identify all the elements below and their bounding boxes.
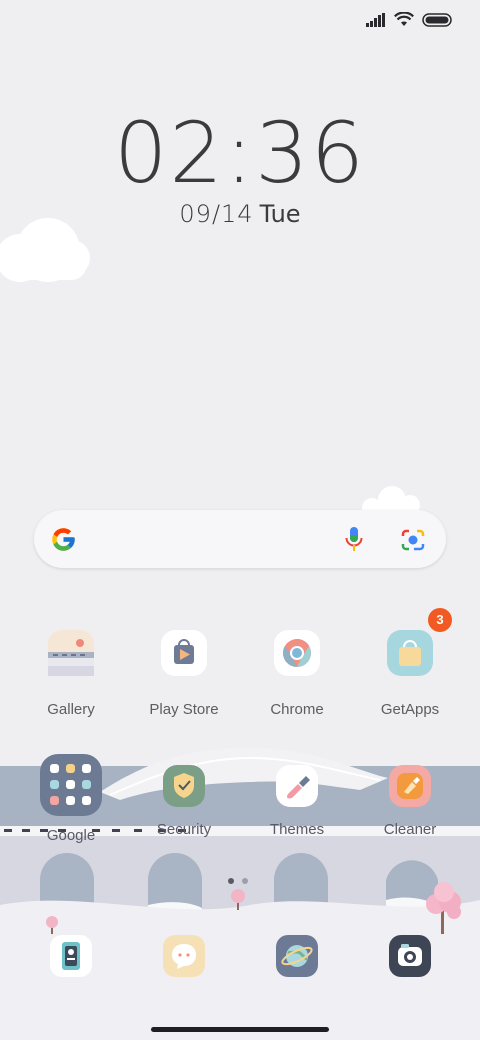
app-play-store[interactable]: Play Store xyxy=(124,630,244,718)
page-indicator[interactable] xyxy=(228,878,248,884)
google-search-bar[interactable] xyxy=(34,510,446,568)
app-label: Security xyxy=(156,821,212,838)
lens-camera-icon[interactable] xyxy=(400,528,426,552)
cleaner-icon xyxy=(389,765,431,807)
app-getapps[interactable]: GetApps xyxy=(350,630,470,718)
battery-icon xyxy=(422,12,452,27)
google-folder-icon xyxy=(40,754,102,816)
page-dot[interactable] xyxy=(242,878,248,884)
signal-icon xyxy=(366,12,385,27)
clock-time[interactable]: 02:36 xyxy=(0,104,480,202)
app-label: Google xyxy=(46,827,96,844)
app-label: GetApps xyxy=(380,701,440,718)
dock-phone[interactable] xyxy=(50,935,92,977)
app-label: Gallery xyxy=(47,701,95,718)
themes-icon xyxy=(276,765,318,807)
google-logo-icon[interactable] xyxy=(50,526,77,553)
app-themes[interactable]: Themes xyxy=(237,765,357,838)
page-dot-active[interactable] xyxy=(228,878,234,884)
status-bar xyxy=(0,0,480,44)
notification-badge: 3 xyxy=(428,608,452,632)
play-store-icon xyxy=(161,630,207,676)
camera-icon xyxy=(398,944,422,966)
security-icon xyxy=(163,765,205,807)
app-chrome[interactable]: Chrome xyxy=(237,630,357,718)
dock-camera[interactable] xyxy=(389,935,431,977)
microphone-icon[interactable] xyxy=(344,525,364,555)
date-label: 09/14 xyxy=(179,200,254,228)
app-label: Chrome xyxy=(270,701,324,718)
app-gallery[interactable]: Gallery xyxy=(11,630,131,718)
app-label: Play Store xyxy=(149,701,219,718)
clock-date[interactable]: 09/14 Tue xyxy=(0,200,480,228)
app-security[interactable]: Security xyxy=(124,765,244,838)
dock-messaging[interactable] xyxy=(163,935,205,977)
gallery-icon xyxy=(48,630,94,676)
folder-google[interactable]: Google xyxy=(11,754,131,844)
messaging-icon xyxy=(172,944,196,969)
app-label: Themes xyxy=(269,821,325,838)
chrome-icon xyxy=(274,630,320,676)
app-cleaner[interactable]: Cleaner xyxy=(350,765,470,838)
phone-icon xyxy=(62,942,80,970)
browser-icon xyxy=(281,945,313,967)
status-icons xyxy=(366,12,452,27)
weekday-label: Tue xyxy=(259,200,301,228)
dock-browser[interactable] xyxy=(276,935,318,977)
home-indicator[interactable] xyxy=(151,1027,329,1032)
getapps-icon xyxy=(387,630,433,676)
app-label: Cleaner xyxy=(383,821,437,838)
wifi-icon xyxy=(394,12,414,26)
